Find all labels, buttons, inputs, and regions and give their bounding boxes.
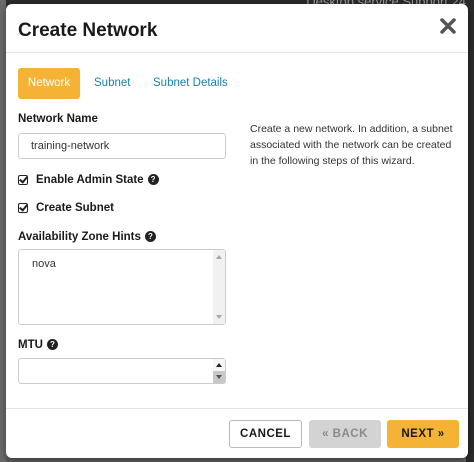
close-icon[interactable]	[438, 16, 458, 36]
tab-subnet[interactable]: Subnet	[94, 68, 130, 99]
help-icon[interactable]: ?	[144, 231, 156, 242]
tab-network[interactable]: Network	[18, 68, 80, 99]
header-divider	[6, 52, 468, 53]
wizard-description: Create a new network. In addition, a sub…	[250, 123, 453, 167]
spin-down-icon[interactable]	[213, 371, 225, 383]
modal-title: Create Network	[18, 20, 158, 41]
create-subnet-label: Create Subnet	[36, 202, 114, 214]
availability-zone-hints-label: Availability Zone Hints	[18, 231, 141, 243]
create-network-modal: Create Network Network Subnet Subnet Det…	[6, 4, 468, 458]
mtu-label: MTU	[18, 339, 43, 351]
enable-admin-state-checkbox[interactable]	[18, 175, 28, 185]
create-subnet-checkbox[interactable]	[18, 203, 28, 213]
footer-divider	[6, 408, 468, 409]
availability-zone-listbox[interactable]: nova	[18, 249, 226, 325]
scroll-up-arrow-icon[interactable]	[216, 255, 222, 259]
spin-up-icon[interactable]	[213, 359, 225, 371]
network-name-input[interactable]: training-network	[18, 133, 226, 159]
enable-admin-state-label: Enable Admin State	[36, 174, 144, 186]
back-button[interactable]: « BACK	[309, 420, 381, 448]
help-icon[interactable]: ?	[46, 339, 58, 350]
cancel-button[interactable]: CANCEL	[229, 420, 302, 448]
scroll-down-arrow-icon[interactable]	[216, 315, 222, 319]
next-button[interactable]: NEXT »	[387, 420, 459, 448]
listbox-scrollbar[interactable]	[213, 250, 225, 324]
help-icon[interactable]: ?	[147, 174, 159, 185]
mtu-spinner[interactable]	[213, 359, 225, 383]
tab-subnet-details[interactable]: Subnet Details	[153, 68, 228, 99]
mtu-input[interactable]	[18, 358, 226, 384]
network-name-label: Network Name	[18, 113, 98, 125]
listbox-option-nova[interactable]: nova	[32, 258, 56, 270]
